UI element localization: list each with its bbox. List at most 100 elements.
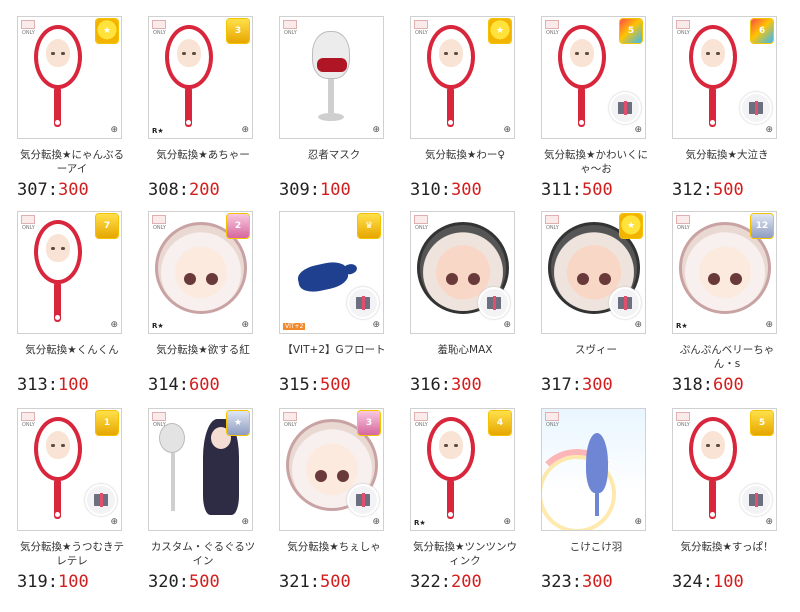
gift-icon[interactable] xyxy=(347,484,379,516)
mirror-handle-art xyxy=(709,479,716,519)
item-name[interactable]: 気分転換★にゃんぶるーアイ xyxy=(17,148,127,176)
only-badge-icon xyxy=(545,20,559,29)
item-thumbnail[interactable]: ONLY 12 R★ ⊕ xyxy=(672,211,777,334)
magnify-plus-icon[interactable]: ⊕ xyxy=(110,320,118,330)
item-thumbnail[interactable]: ONLY ⊕ xyxy=(279,16,384,139)
item-cell[interactable]: ONLY 7 ⊕ 気分転換★くんくん 313:100 xyxy=(0,195,131,395)
only-label: ONLY xyxy=(677,422,690,428)
item-thumbnail[interactable]: ONLY 3 R★ ⊕ xyxy=(148,16,253,139)
magnify-plus-icon[interactable]: ⊕ xyxy=(765,517,773,527)
doll-face-art xyxy=(46,431,70,459)
item-name[interactable]: 気分転換★欲する紅 xyxy=(148,343,258,357)
item-name[interactable]: 気分転換★うつむきテレテレ xyxy=(17,540,127,568)
item-name[interactable]: ぷんぷんベリーちゃん・s xyxy=(672,343,782,371)
gift-icon[interactable] xyxy=(609,92,641,124)
item-thumbnail[interactable]: ONLY 7 ⊕ xyxy=(17,211,122,334)
magnify-plus-icon[interactable]: ⊕ xyxy=(110,517,118,527)
item-name[interactable]: 気分転換★くんくん xyxy=(17,343,127,357)
rank-badge: 2 xyxy=(227,214,249,238)
item-name[interactable]: 気分転換★わー♀ xyxy=(410,148,520,162)
item-thumbnail[interactable]: ONLY ★ ⊕ xyxy=(148,408,253,531)
gift-icon[interactable] xyxy=(740,92,772,124)
item-price: 100 xyxy=(57,572,89,592)
magnify-plus-icon[interactable]: ⊕ xyxy=(634,517,642,527)
item-thumbnail[interactable]: ONLY ⊕ xyxy=(410,211,515,334)
magnify-plus-icon[interactable]: ⊕ xyxy=(241,320,249,330)
gift-icon[interactable] xyxy=(85,484,117,516)
item-cell[interactable]: ONLY ★ ⊕ スヴィー 317:300 xyxy=(524,195,655,395)
item-thumbnail[interactable]: ONLY 6 ⊕ xyxy=(672,16,777,139)
magnify-plus-icon[interactable]: ⊕ xyxy=(503,517,511,527)
separator: : xyxy=(702,572,713,592)
item-cell[interactable]: ONLY 6 ⊕ 気分転換★大泣き 312:500 xyxy=(655,0,786,200)
item-name[interactable]: こけこけ羽 xyxy=(541,540,651,554)
eye-art xyxy=(206,273,218,285)
magnify-plus-icon[interactable]: ⊕ xyxy=(372,517,380,527)
item-thumbnail[interactable]: ♛ VIT+2 ⊕ xyxy=(279,211,384,334)
magnify-plus-icon[interactable]: ⊕ xyxy=(503,320,511,330)
gift-icon[interactable] xyxy=(478,287,510,319)
item-thumbnail[interactable]: ONLY 2 R★ ⊕ xyxy=(148,211,253,334)
magnify-plus-icon[interactable]: ⊕ xyxy=(765,320,773,330)
item-cell[interactable]: ONLY 1 ⊕ 気分転換★うつむきテレテレ 319:100 xyxy=(0,392,131,592)
only-badge-icon xyxy=(545,412,559,421)
item-name[interactable]: スヴィー xyxy=(541,343,651,357)
item-thumbnail[interactable]: ONLY ★ ⊕ xyxy=(410,16,515,139)
item-cell[interactable]: ONLY 5 ⊕ 気分転換★すっぱ！ 324:100 xyxy=(655,392,786,592)
rank-badge: 5 xyxy=(751,411,773,435)
item-thumbnail[interactable]: ONLY 1 ⊕ xyxy=(17,408,122,531)
item-cell[interactable]: ONLY 3 ⊕ 気分転換★ちぇしゃ 321:500 xyxy=(262,392,393,592)
item-cell[interactable]: ONLY ★ ⊕ 気分転換★わー♀ 310:300 xyxy=(393,0,524,200)
magnify-plus-icon[interactable]: ⊕ xyxy=(110,125,118,135)
rank-badge: 5 xyxy=(620,19,642,43)
mirror-handle-art xyxy=(54,87,61,127)
magnify-plus-icon[interactable]: ⊕ xyxy=(503,125,511,135)
item-name[interactable]: 【VIT+2】Gフロート xyxy=(279,343,389,357)
item-thumbnail[interactable]: ONLY ★ ⊕ xyxy=(17,16,122,139)
gift-icon[interactable] xyxy=(347,287,379,319)
item-cell[interactable]: ONLY 3 R★ ⊕ 気分転換★あちゃー 308:200 xyxy=(131,0,262,200)
item-cell[interactable]: ONLY ⊕ 羞恥心MAX 316:300 xyxy=(393,195,524,395)
item-cell[interactable]: ONLY ★ ⊕ 気分転換★にゃんぶるーアイ 307:300 xyxy=(0,0,131,200)
item-name[interactable]: 気分転換★すっぱ！ xyxy=(672,540,782,554)
gift-icon[interactable] xyxy=(609,287,641,319)
item-name[interactable]: カスタム・ぐるぐるツイン xyxy=(148,540,258,568)
item-cell[interactable]: ONLY 2 R★ ⊕ 気分転換★欲する紅 314:600 xyxy=(131,195,262,395)
item-cell[interactable]: ONLY ★ ⊕ カスタム・ぐるぐるツイン 320:500 xyxy=(131,392,262,592)
separator: : xyxy=(440,572,451,592)
item-thumbnail[interactable]: ONLY 5 ⊕ xyxy=(541,16,646,139)
item-name[interactable]: 気分転換★あちゃー xyxy=(148,148,258,162)
item-name[interactable]: 気分転換★大泣き xyxy=(672,148,782,162)
item-thumbnail[interactable]: ONLY 5 ⊕ xyxy=(672,408,777,531)
item-thumbnail[interactable]: ONLY ⊕ xyxy=(541,408,646,531)
only-badge-icon xyxy=(414,412,428,421)
item-cell[interactable]: ♛ VIT+2 ⊕ 【VIT+2】Gフロート 315:500 xyxy=(262,195,393,395)
magnify-plus-icon[interactable]: ⊕ xyxy=(634,125,642,135)
magnify-plus-icon[interactable]: ⊕ xyxy=(634,320,642,330)
doll-face-art xyxy=(439,39,463,67)
magnify-plus-icon[interactable]: ⊕ xyxy=(372,125,380,135)
item-cell[interactable]: ONLY 4 R★ ⊕ 気分転換★ツンツンウィンク 322:200 xyxy=(393,392,524,592)
mirror-art xyxy=(427,25,475,89)
magnify-plus-icon[interactable]: ⊕ xyxy=(765,125,773,135)
item-cell[interactable]: ONLY 5 ⊕ 気分転換★かわいくにゃ～お 311:500 xyxy=(524,0,655,200)
item-name[interactable]: 忍者マスク xyxy=(279,148,389,162)
item-cell[interactable]: ONLY 12 R★ ⊕ ぷんぷんベリーちゃん・s 318:600 xyxy=(655,195,786,395)
item-thumbnail[interactable]: ONLY 3 ⊕ xyxy=(279,408,384,531)
item-thumbnail[interactable]: ONLY ★ ⊕ xyxy=(541,211,646,334)
item-name[interactable]: 羞恥心MAX xyxy=(410,343,520,357)
item-cell[interactable]: ONLY ⊕ 忍者マスク 309:100 xyxy=(262,0,393,200)
item-thumbnail[interactable]: ONLY 4 R★ ⊕ xyxy=(410,408,515,531)
gift-icon[interactable] xyxy=(740,484,772,516)
eye-art xyxy=(446,273,458,285)
item-name[interactable]: 気分転換★ちぇしゃ xyxy=(279,540,389,554)
separator: : xyxy=(309,572,320,592)
item-price: 500 xyxy=(319,572,351,592)
item-name[interactable]: 気分転換★ツンツンウィンク xyxy=(410,540,520,568)
magnify-plus-icon[interactable]: ⊕ xyxy=(241,125,249,135)
item-price: 200 xyxy=(450,572,482,592)
magnify-plus-icon[interactable]: ⊕ xyxy=(372,320,380,330)
magnify-plus-icon[interactable]: ⊕ xyxy=(241,517,249,527)
item-name[interactable]: 気分転換★かわいくにゃ～お xyxy=(541,148,651,176)
item-cell[interactable]: ONLY ⊕ こけこけ羽 323:300 xyxy=(524,392,655,592)
